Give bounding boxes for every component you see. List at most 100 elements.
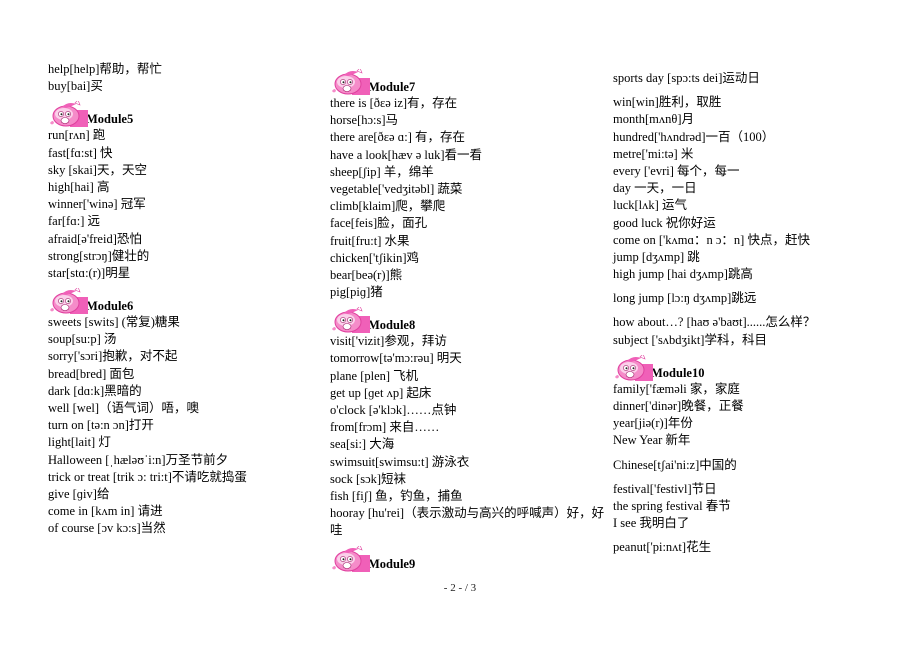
vocab-entry: jump [dʒʌmp] 跳 — [613, 249, 700, 264]
vocab-entry: Chinese[tʃai'ni:z]中国的 — [613, 457, 737, 472]
vocab-entry: I see 我明白了 — [613, 516, 690, 531]
module-title: Module10 — [651, 365, 705, 380]
vocab-entry: of course [ɔv kɔ:s]当然 — [48, 521, 166, 536]
apple-cartoon-icon — [330, 69, 370, 95]
module-heading: Module6 — [48, 288, 318, 315]
apple-cartoon-icon — [613, 354, 653, 381]
vocab-entry: sock [sɔk]短袜 — [330, 471, 407, 486]
column-right: sports day [spɔ:ts dei]运动日 win[win]胜利，取胜 m… — [613, 70, 853, 557]
vocab-entry: help[help]帮助，帮忙 — [48, 62, 162, 76]
module-title: Module5 — [86, 112, 134, 127]
vocab-entry: pig[piɡ]猪 — [330, 285, 383, 300]
vocab-entry: sorry['sɔri]抱歉，对不起 — [48, 349, 178, 364]
vocab-entry: run[rʌn] 跑 — [48, 128, 106, 143]
module-heading: Module9 — [330, 545, 610, 572]
entry-group: sports day [spɔ:ts dei]运动日 — [613, 70, 853, 87]
module-heading: Module5 — [48, 101, 318, 128]
vocab-entry: sky [skai]天，天空 — [48, 162, 147, 177]
vocab-entry: horse[hɔ:s]马 — [330, 113, 399, 128]
vocab-entry: from[frɔm] 来自…… — [330, 420, 440, 435]
vocab-entry: sweets [swits] (常复)糖果 — [48, 315, 180, 330]
module-section: Module6 sweets [swits] (常复)糖果 soup[su:p] 汤… — [48, 288, 318, 537]
vocab-entry: high[hai] 高 — [48, 179, 110, 194]
vocab-entry: come in [kʌm in] 请进 — [48, 504, 163, 519]
vocab-entry: there are[ðɛə ɑ:] 有，存在 — [330, 130, 465, 145]
vocab-entry: there is [ðɛə iz]有，存在 — [330, 96, 458, 110]
vocab-entry: bread[bred] 面包 — [48, 366, 135, 381]
vocab-entry: bear[beə(r)]熊 — [330, 267, 403, 282]
vocab-entry: high jump [hai dʒʌmp]跳高 — [613, 267, 753, 282]
module-title: Module9 — [368, 556, 416, 571]
vocab-entry: hundred['hʌndrəd]一百（100） — [613, 129, 775, 144]
vocab-entry: New Year 新年 — [613, 433, 691, 448]
vocab-entry: sports day [spɔ:ts dei]运动日 — [613, 71, 760, 85]
entry-group: peanut['pi:nʌt]花生 — [613, 539, 853, 556]
module-heading: Module10 — [613, 354, 853, 381]
vocab-entry: o'clock [ə'klɔk]……点钟 — [330, 403, 457, 417]
module-section: Module10 family['fæməli 家，家庭 dinner['dinər… — [613, 354, 853, 450]
vocab-entry: dark [dɑ:k]黑暗的 — [48, 383, 142, 398]
entry-group: win[win]胜利，取胜 month[mʌnθ]月 hundred['hʌndrə… — [613, 94, 853, 283]
vocab-entry: peanut['pi:nʌt]花生 — [613, 540, 712, 555]
vocab-entry: strong[strɔŋ]健壮的 — [48, 248, 150, 263]
vocab-entry: every ['evri] 每个，每一 — [613, 163, 740, 178]
vocab-entry: good luck 祝你好运 — [613, 215, 716, 230]
apple-cartoon-icon — [330, 545, 370, 572]
apple-cartoon-icon — [330, 307, 370, 334]
vocab-entry: give [ɡiv]给 — [48, 486, 110, 501]
module-title: Module8 — [368, 318, 416, 333]
entry-group: festival['festivl]节日 the spring festival … — [613, 481, 853, 533]
module-title: Module7 — [368, 80, 416, 94]
module-section: Module8 visit['vizit]参观，拜访 tomorrow[tə'mɔ:… — [330, 307, 610, 539]
vocab-entry: win[win]胜利，取胜 — [613, 95, 722, 110]
vocab-entry: star[stɑ:(r)]明星 — [48, 265, 131, 280]
vocab-entry: soup[su:p] 汤 — [48, 332, 117, 347]
vocab-entry: luck[lʌk] 运气 — [613, 198, 687, 213]
vocab-entry: fruit[fru:t] 水果 — [330, 233, 410, 248]
vocab-entry: swimsuit[swimsu:t] 游泳衣 — [330, 454, 470, 469]
vocab-entry: fish [fiʃ] 鱼，钓鱼，捕鱼 — [330, 488, 463, 503]
vocab-entry: light[lait] 灯 — [48, 435, 111, 450]
vocab-entry: afraid[ə'freid]恐怕 — [48, 231, 142, 246]
vocab-entry: climb[klaim]爬，攀爬 — [330, 199, 446, 214]
vocab-entry: visit['vizit]参观，拜访 — [330, 334, 447, 349]
vocab-entry: year[jiə(r)]年份 — [613, 416, 693, 431]
vocab-entry: day 一天，一日 — [613, 181, 697, 196]
vocab-entry: dinner['dinər]晚餐，正餐 — [613, 399, 744, 413]
vocab-entry: hooray [hu'rei]（表示激动与高兴的呼喊声）好，好哇 — [330, 506, 605, 538]
vocab-entry: sea[si:] 大海 — [330, 437, 395, 452]
module-heading: Module8 — [330, 307, 610, 334]
vocab-entry: subject ['sʌbdʒikt]学科，科目 — [613, 332, 767, 347]
vocab-entry: festival['festivl]节日 — [613, 481, 717, 496]
vocab-entry: face[feis]脸，面孔 — [330, 216, 428, 231]
entry-group: Chinese[tʃai'ni:z]中国的 — [613, 457, 853, 474]
vocab-entry: family['fæməli 家，家庭 — [613, 381, 740, 396]
vocab-entry: far[fɑ:] 远 — [48, 214, 100, 229]
module-title: Module6 — [86, 299, 134, 314]
vocab-entry: long jump [lɔ:ŋ dʒʌmp]跳远 — [613, 291, 757, 306]
module-heading: Module7 — [330, 69, 610, 95]
vocab-entry: come on ['kʌmɑ：n ɔ：n] 快点，赶快 — [613, 232, 810, 247]
vocab-entry: Halloween [ˌhæləʊˈi:n]万圣节前夕 — [48, 452, 229, 467]
vocab-entry: vegetable['vedʒitəbl] 蔬菜 — [330, 181, 463, 196]
module-section: Module5 run[rʌn] 跑 fast[fɑ:st] 快 sky [skai]… — [48, 101, 318, 282]
apple-cartoon-icon — [48, 101, 88, 128]
vocab-entry: sheep[ʃip] 羊，绵羊 — [330, 164, 434, 179]
column-middle: Module7 there is [ðɛə iz]有，存在 horse[hɔ:s]马… — [330, 69, 610, 572]
vocab-entry: tomorrow[tə'mɔ:rəu] 明天 — [330, 351, 462, 366]
entry-group: help[help]帮助，帮忙 buy[bai]买 — [48, 61, 318, 95]
entry-group: long jump [lɔ:ŋ dʒʌmp]跳远 — [613, 290, 853, 307]
vocab-entry: chicken['tʃikin]鸡 — [330, 250, 420, 265]
vocab-entry: trick or treat [trik ɔ: tri:t]不请吃就捣蛋 — [48, 469, 247, 484]
page-number: - 2 - / 3 — [443, 582, 477, 594]
vocab-entry: turn on [tə:n ɔn]打开 — [48, 418, 154, 433]
vocab-entry: month[mʌnθ]月 — [613, 112, 694, 127]
vocab-entry: the spring festival 春节 — [613, 498, 731, 513]
vocab-entry: get up [ɡet ʌp] 起床 — [330, 385, 432, 400]
apple-cartoon-icon — [48, 288, 88, 315]
entry-group: how about…? [haʊ ə'baʊt]......怎么样？ subjec… — [613, 314, 853, 348]
vocab-entry: plane [plen] 飞机 — [330, 368, 419, 383]
vocab-entry: have a look[hæv ə luk]看一看 — [330, 147, 483, 162]
vocab-entry: how about…? [haʊ ə'baʊt]......怎么样？ — [613, 315, 816, 330]
vocab-entry: well [wel]（语气词）唔，噢 — [48, 401, 200, 415]
